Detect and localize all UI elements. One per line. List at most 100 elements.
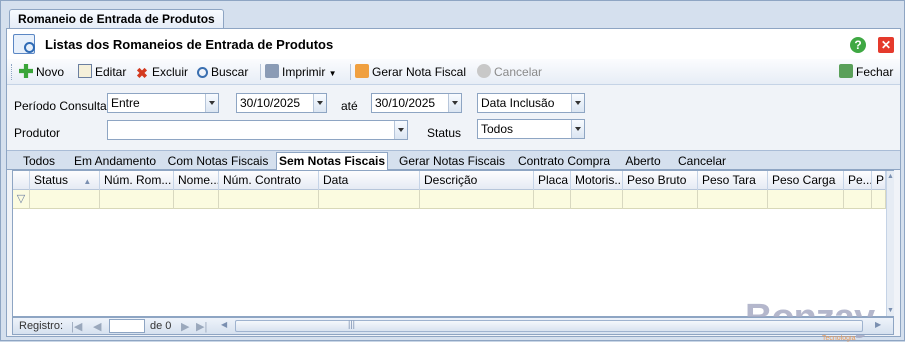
- column-header-nome[interactable]: Nome...: [174, 171, 219, 190]
- filter-cell[interactable]: [219, 190, 319, 209]
- calendar-dropdown-icon[interactable]: [313, 94, 326, 112]
- tab-em-andamento[interactable]: Em Andamento: [69, 153, 161, 170]
- tab-sem-notas-fiscais[interactable]: Sem Notas Fiscais: [276, 152, 388, 171]
- produtor-label: Produtor: [14, 126, 61, 140]
- filter-cell[interactable]: [844, 190, 872, 209]
- column-header-peso-tara[interactable]: Peso Tara: [698, 171, 768, 190]
- filter-cell[interactable]: [534, 190, 571, 209]
- main-panel: Listas dos Romaneios de Entrada de Produ…: [6, 28, 901, 342]
- editar-label: Editar: [95, 65, 127, 79]
- status-select[interactable]: Todos: [477, 119, 585, 139]
- vertical-scrollbar[interactable]: ▲ ▼: [886, 171, 894, 316]
- scroll-down-icon[interactable]: ▼: [887, 307, 894, 314]
- data-inicio-field[interactable]: 30/10/2025: [236, 93, 327, 113]
- tab-aberto[interactable]: Aberto: [619, 153, 667, 170]
- tab-todos[interactable]: Todos: [15, 153, 63, 170]
- calendar-dropdown-icon[interactable]: [448, 94, 461, 112]
- filter-cell[interactable]: [174, 190, 219, 209]
- excluir-label: Excluir: [152, 65, 189, 79]
- toolbar-separator: [350, 64, 351, 80]
- tab-cancelar[interactable]: Cancelar: [673, 153, 731, 170]
- editar-button[interactable]: Editar: [78, 64, 126, 80]
- grid-filter-row: ▽: [13, 190, 886, 209]
- filter-cell[interactable]: [100, 190, 174, 209]
- filter-cell[interactable]: [571, 190, 623, 209]
- app-window: Romaneio de Entrada de Produtos Listas d…: [0, 0, 905, 342]
- excluir-button[interactable]: ✖ Excluir: [135, 64, 188, 80]
- sort-ascending-icon: ▲: [83, 177, 92, 186]
- novo-label: Novo: [36, 65, 65, 79]
- fechar-label: Fechar: [856, 65, 894, 79]
- first-record-icon[interactable]: |◀: [71, 320, 82, 333]
- column-header-peso-bruto[interactable]: Peso Bruto: [623, 171, 698, 190]
- close-icon[interactable]: ✕: [878, 37, 894, 53]
- filter-cell[interactable]: [319, 190, 420, 209]
- toolbar: Novo Editar ✖ Excluir Buscar Imprimir ▼ G…: [7, 59, 900, 85]
- column-header-data[interactable]: Data: [319, 171, 420, 190]
- column-header-descricao[interactable]: Descrição: [420, 171, 534, 190]
- periodo-mode-value: Entre: [111, 96, 140, 110]
- data-fim-value: 30/10/2025: [375, 96, 436, 110]
- grid-footer: Registro: |◀ ◀ de 0 ▶ ▶| ◀ ||| ▶: [12, 317, 894, 335]
- filter-cell[interactable]: [420, 190, 534, 209]
- gerar-nota-fiscal-button[interactable]: Gerar Nota Fiscal: [355, 64, 466, 80]
- cancel-icon: [477, 64, 491, 78]
- produtor-select[interactable]: [107, 120, 408, 140]
- record-input[interactable]: [109, 319, 145, 333]
- filter-cell[interactable]: [872, 190, 886, 209]
- column-header-placa[interactable]: Placa: [534, 171, 571, 190]
- next-record-icon[interactable]: ▶: [181, 320, 189, 333]
- grid-header: Status ▲ Núm. Rom... Nome... Núm. Contra…: [13, 171, 886, 190]
- prev-record-icon[interactable]: ◀: [93, 320, 101, 333]
- novo-button[interactable]: Novo: [19, 64, 64, 80]
- filter-cell[interactable]: [623, 190, 698, 209]
- tab-strip: Todos Em Andamento Com Notas Fiscais Sem…: [7, 150, 900, 171]
- filter-cell[interactable]: [30, 190, 100, 209]
- horizontal-scrollbar-thumb[interactable]: [235, 320, 863, 332]
- scroll-right-icon[interactable]: ▶: [875, 320, 881, 329]
- column-header-motorista[interactable]: Motoris...: [571, 171, 623, 190]
- column-header-p[interactable]: P: [872, 171, 886, 190]
- cancelar-button[interactable]: Cancelar: [477, 64, 542, 80]
- scroll-up-icon[interactable]: ▲: [887, 173, 894, 180]
- header-indicator: [13, 171, 30, 190]
- edit-icon: [78, 64, 92, 78]
- tab-contrato-compra[interactable]: Contrato Compra: [515, 153, 613, 170]
- chevron-down-icon[interactable]: [571, 94, 584, 112]
- scroll-grip-icon: |||: [348, 319, 356, 329]
- help-icon[interactable]: ?: [850, 37, 866, 53]
- delete-icon: ✖: [136, 65, 148, 81]
- imprimir-label: Imprimir: [282, 65, 326, 79]
- window-titlebar: Listas dos Romaneios de Entrada de Produ…: [7, 29, 900, 59]
- buscar-label: Buscar: [211, 65, 249, 79]
- column-header-num-rom[interactable]: Núm. Rom...: [100, 171, 174, 190]
- fechar-button[interactable]: Fechar: [839, 64, 893, 80]
- imprimir-button[interactable]: Imprimir ▼: [265, 64, 337, 80]
- last-record-icon[interactable]: ▶|: [196, 320, 207, 333]
- buscar-button[interactable]: Buscar: [197, 64, 248, 80]
- search-icon: [197, 67, 208, 78]
- column-header-pe[interactable]: Pe...: [844, 171, 872, 190]
- cancelar-label: Cancelar: [494, 65, 543, 79]
- periodo-mode-select[interactable]: Entre: [107, 93, 219, 113]
- registro-label: Registro:: [19, 320, 64, 332]
- tab-gerar-notas-fiscais[interactable]: Gerar Notas Fiscais: [395, 153, 509, 170]
- data-fim-field[interactable]: 30/10/2025: [371, 93, 462, 113]
- periodo-label: Período Consulta: [14, 99, 107, 113]
- column-header-status[interactable]: Status ▲: [30, 171, 100, 190]
- chevron-down-icon[interactable]: [394, 121, 407, 139]
- status-value: Todos: [481, 122, 514, 136]
- tab-com-notas-fiscais[interactable]: Com Notas Fiscais: [165, 153, 271, 170]
- filter-cell[interactable]: [698, 190, 768, 209]
- plus-icon: [19, 64, 33, 78]
- scroll-left-icon[interactable]: ◀: [221, 320, 227, 329]
- chevron-down-icon[interactable]: [205, 94, 218, 112]
- data-tipo-select[interactable]: Data Inclusão: [477, 93, 585, 113]
- filter-cell[interactable]: [768, 190, 844, 209]
- exit-icon: [839, 64, 853, 78]
- chevron-down-icon[interactable]: [571, 120, 584, 138]
- document-tab[interactable]: Romaneio de Entrada de Produtos: [9, 9, 224, 29]
- data-grid: Status ▲ Núm. Rom... Nome... Núm. Contra…: [12, 170, 894, 317]
- column-header-peso-carga[interactable]: Peso Carga: [768, 171, 844, 190]
- column-header-num-contrato[interactable]: Núm. Contrato: [219, 171, 319, 190]
